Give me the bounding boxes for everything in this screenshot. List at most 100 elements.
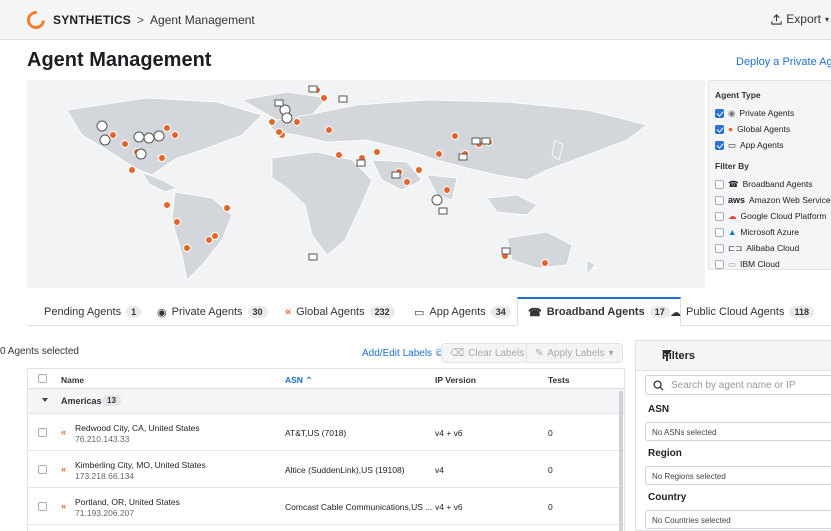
filters-title: Filters — [662, 350, 696, 362]
tab-public-cloud-agents[interactable]: ☁ Public Cloud Agents 118 — [670, 298, 814, 326]
agent-name[interactable]: Portland, OR, United States — [75, 497, 180, 507]
tab-private-agents[interactable]: ◉ Private Agents 30 — [157, 298, 268, 326]
chevron-down-icon: ▾ — [824, 14, 829, 24]
top-bar: SYNTHETICS > Agent Management Export ▾ — [0, 0, 831, 40]
eraser-icon: ⌫ — [450, 347, 465, 359]
table-row[interactable]: « Kimberling City, MO, United States 173… — [28, 451, 624, 488]
agent-search-input[interactable]: Search by agent name or IP — [645, 375, 831, 395]
region-filter-value: No Regions selected — [652, 472, 726, 481]
app-agent-icon: ▭ — [414, 306, 425, 319]
tab-label: Broadband Agents — [546, 306, 645, 318]
search-icon — [653, 380, 664, 391]
tab-app-agents[interactable]: ▭ App Agents 34 — [414, 298, 511, 326]
expand-caret-icon[interactable] — [42, 398, 48, 402]
tab-broadband-agents[interactable]: ☎ Broadband Agents 17 — [517, 297, 681, 326]
checkbox[interactable] — [715, 259, 724, 269]
agent-name[interactable]: Redwood City, CA, United States — [75, 423, 200, 433]
global-agent-icon: « — [285, 306, 292, 318]
azure-icon: ▲ — [728, 227, 737, 237]
tab-label: Global Agents — [296, 306, 365, 318]
checkbox[interactable] — [715, 195, 724, 205]
agent-name[interactable]: Kimberling City, MO, United States — [75, 460, 206, 470]
legend-label: Private Agents — [739, 108, 795, 118]
tab-count: 232 — [369, 306, 395, 318]
legend-gcp[interactable]: ☁ Google Cloud Platform — [715, 208, 831, 224]
row-checkbox[interactable] — [38, 465, 47, 474]
private-agent-icon: ◉ — [157, 306, 167, 319]
chevron-down-icon: ▾ — [608, 347, 614, 359]
column-tests[interactable]: Tests — [548, 375, 570, 385]
agent-ip-version: v4 + v6 — [435, 502, 463, 512]
legend-ibm[interactable]: ▭ IBM Cloud — [715, 256, 831, 272]
asn-filter-select[interactable]: No ASNs selected — [645, 422, 831, 441]
legend-label: App Agents — [740, 140, 784, 150]
table-scrollbar[interactable] — [619, 391, 623, 531]
tab-label: Public Cloud Agents — [686, 306, 785, 318]
breadcrumb[interactable]: Agent Management — [150, 13, 255, 27]
private-agent-icon: ◉ — [728, 107, 736, 118]
column-asn[interactable]: ASN ⌃ — [285, 375, 312, 386]
add-edit-labels-link[interactable]: Add/Edit Labels ⧉ — [362, 343, 443, 363]
table-row[interactable]: « Portland, OR, United States 71.193.206… — [28, 488, 624, 525]
table-row[interactable]: « Redwood City, CA, United States 76.210… — [28, 414, 624, 451]
breadcrumb-separator: > — [137, 12, 145, 27]
cloud-icon: ☁ — [670, 306, 681, 319]
legend-azure[interactable]: ▲ Microsoft Azure — [715, 224, 831, 240]
checkbox[interactable] — [715, 124, 724, 134]
column-name[interactable]: Name — [61, 375, 84, 385]
tab-pending-agents[interactable]: Pending Agents 1 — [44, 298, 142, 326]
global-agent-icon: « — [61, 427, 67, 437]
checkbox[interactable] — [715, 179, 724, 189]
checkbox[interactable] — [715, 140, 724, 150]
map-legend: Agent Type ◉ Private Agents ● Global Agent… — [708, 80, 831, 270]
legend-aws[interactable]: aws Amazon Web Services — [715, 192, 831, 208]
filters-header: Filters — [636, 341, 831, 371]
legend-label: Microsoft Azure — [740, 227, 799, 237]
asn-filter-label: ASN — [648, 404, 670, 415]
app-window: SYNTHETICS > Agent Management Export ▾ A… — [0, 0, 831, 531]
export-icon — [771, 13, 782, 25]
checkbox[interactable] — [715, 108, 724, 118]
agent-tabs: Pending Agents 1 ◉ Private Agents 30 « Globa… — [27, 297, 831, 326]
legend-broadband[interactable]: ☎ Broadband Agents — [715, 176, 831, 192]
tab-label: Private Agents — [171, 306, 243, 318]
tab-global-agents[interactable]: « Global Agents 232 — [285, 298, 395, 326]
legend-label: Amazon Web Services — [749, 195, 831, 205]
tab-label: Pending Agents — [44, 306, 122, 318]
legend-label: Google Cloud Platform — [740, 211, 827, 221]
agent-tests: 0 — [548, 502, 553, 512]
legend-app-agents[interactable]: ▭ App Agents — [715, 137, 831, 153]
legend-global-agents[interactable]: ● Global Agents — [715, 121, 831, 137]
checkbox[interactable] — [715, 243, 724, 253]
brand-name: SYNTHETICS — [53, 12, 132, 27]
checkbox[interactable] — [715, 211, 724, 221]
global-agent-icon: « — [61, 501, 67, 511]
group-row-americas[interactable]: Americas 13 — [28, 389, 624, 414]
legend-private-agents[interactable]: ◉ Private Agents — [715, 105, 831, 121]
agent-ip: 71.193.206.207 — [75, 508, 135, 518]
checkbox[interactable] — [715, 227, 724, 237]
agent-asn: Comcast Cable Communications,US ... — [285, 502, 433, 512]
tab-count: 34 — [490, 306, 511, 318]
broadband-icon: ☎ — [528, 306, 542, 319]
legend-label: Global Agents — [737, 124, 791, 134]
tab-count: 17 — [649, 306, 670, 318]
agent-tests: 0 — [548, 428, 553, 438]
country-filter-select[interactable]: No Countries selected — [645, 510, 831, 529]
row-checkbox[interactable] — [38, 428, 47, 437]
world-map[interactable] — [27, 80, 705, 288]
select-all-checkbox[interactable] — [38, 374, 47, 383]
row-checkbox[interactable] — [38, 502, 47, 511]
region-filter-select[interactable]: No Regions selected — [645, 466, 831, 485]
clear-labels-button[interactable]: ⌫ Clear Labels — [441, 343, 534, 363]
sort-ascending-icon: ⌃ — [305, 375, 313, 385]
asn-filter-value: No ASNs selected — [652, 428, 717, 437]
deploy-private-agent-link[interactable]: Deploy a Private Agent — [736, 56, 831, 68]
export-button[interactable]: Export ▾ — [771, 12, 829, 26]
column-ip-version[interactable]: IP Version — [435, 375, 476, 385]
legend-alibaba[interactable]: ⊏⊐ Alibaba Cloud — [715, 240, 831, 256]
apply-labels-label: Apply Labels — [547, 347, 605, 359]
apply-labels-button[interactable]: ✎ Apply Labels ▾ — [526, 343, 623, 363]
tab-count: 118 — [789, 306, 814, 318]
agent-asn: AT&T,US (7018) — [285, 428, 347, 438]
